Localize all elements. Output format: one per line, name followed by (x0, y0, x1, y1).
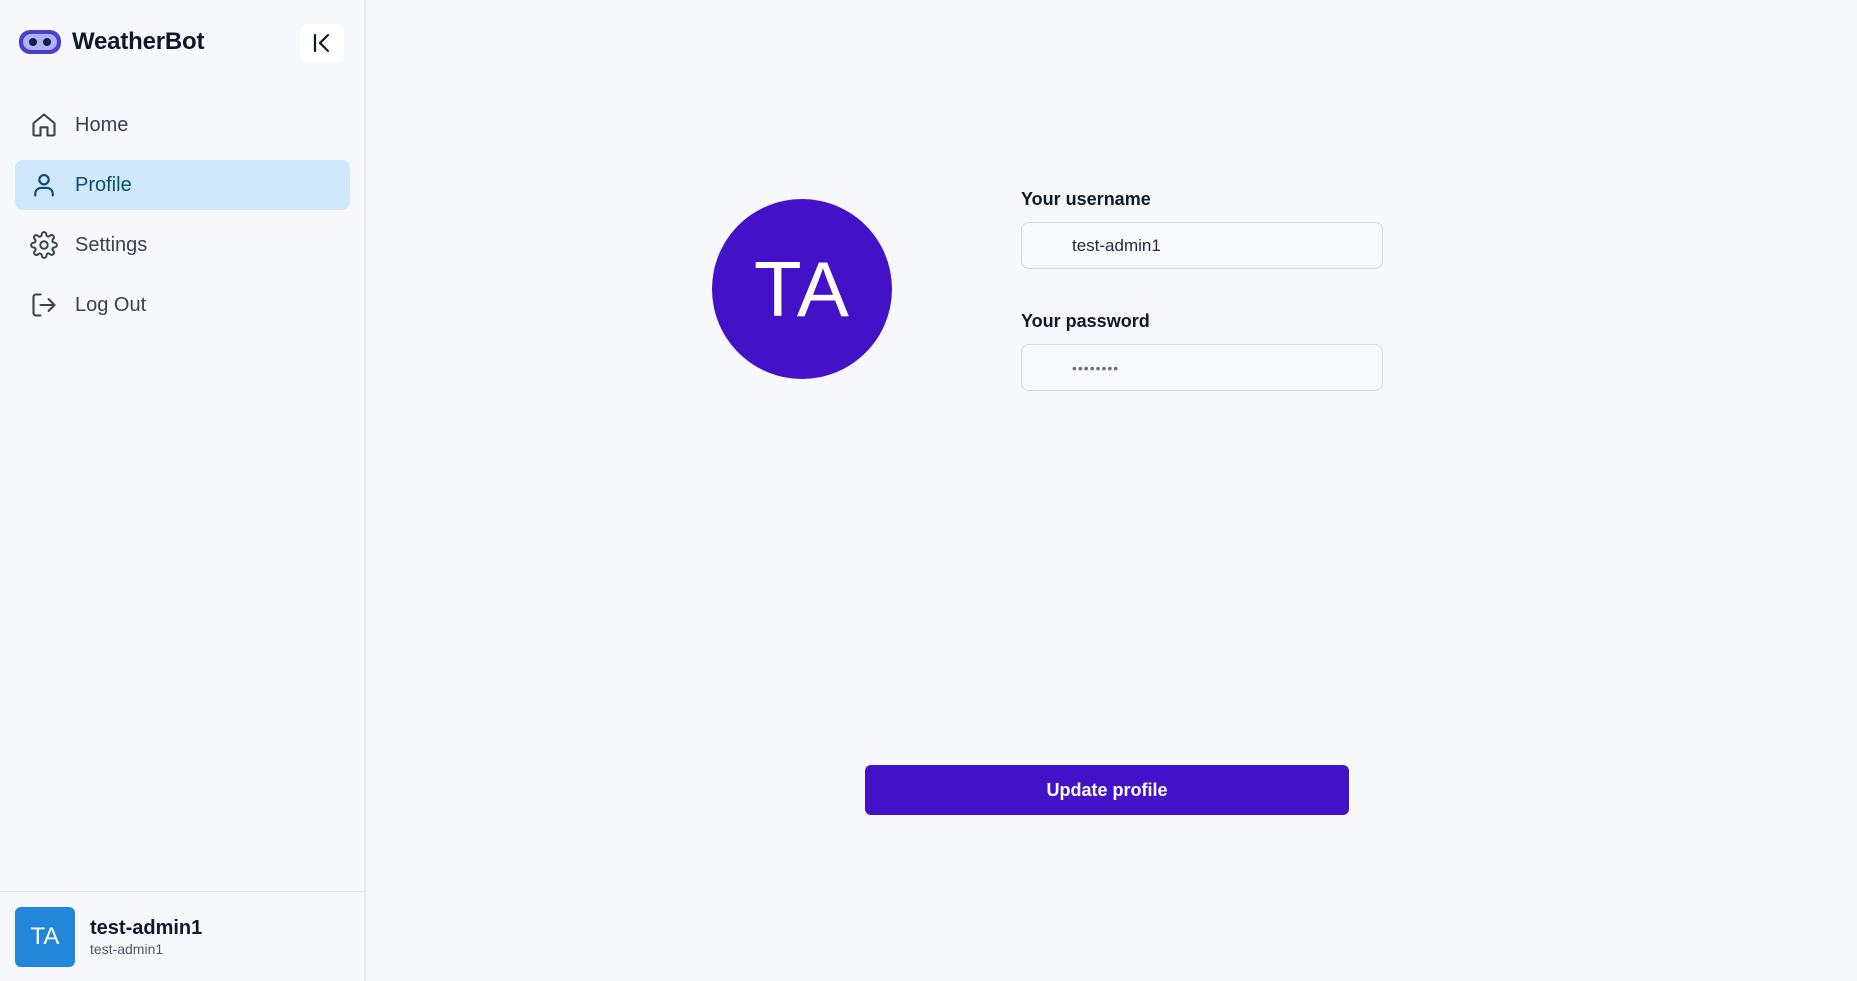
sidebar-item-label: Profile (75, 173, 132, 196)
sidebar-item-label: Settings (75, 233, 148, 256)
collapse-left-icon (313, 33, 330, 53)
password-field[interactable]: •••••••• (1021, 344, 1383, 391)
username-field[interactable]: test-admin1 (1021, 222, 1383, 269)
update-profile-button[interactable]: Update profile (865, 765, 1349, 815)
password-label: Your password (1021, 311, 1150, 331)
profile-avatar: TA (712, 199, 892, 379)
user-info: test-admin1 test-admin1 (90, 916, 202, 958)
user-subtitle: test-admin1 (90, 940, 164, 957)
sidebar: WeatherBot Home Profile Settings Log Out… (0, 0, 366, 981)
sidebar-nav: Home Profile Settings Log Out (15, 100, 350, 340)
username-label: Your username (1021, 189, 1151, 209)
sidebar-item-profile[interactable]: Profile (15, 160, 350, 210)
collapse-sidebar-button[interactable] (300, 24, 344, 62)
logout-icon (29, 290, 59, 320)
main-content: TA Your username test-admin1 Your passwo… (366, 0, 1857, 981)
sidebar-item-settings[interactable]: Settings (15, 220, 350, 270)
robot-face-icon (19, 30, 61, 54)
gear-icon (29, 230, 59, 260)
brand[interactable]: WeatherBot (18, 22, 204, 62)
brand-name: WeatherBot (72, 28, 205, 55)
sidebar-user-card[interactable]: TA test-admin1 test-admin1 (0, 891, 364, 981)
sidebar-item-logout[interactable]: Log Out (15, 280, 350, 330)
user-name: test-admin1 (90, 916, 203, 939)
avatar: TA (15, 906, 75, 967)
sidebar-item-label: Home (75, 113, 129, 136)
home-icon (29, 110, 59, 140)
app-root: WeatherBot Home Profile Settings Log Out… (0, 0, 1857, 981)
user-icon (29, 170, 59, 200)
sidebar-item-label: Log Out (75, 293, 147, 316)
sidebar-item-home[interactable]: Home (15, 100, 350, 150)
